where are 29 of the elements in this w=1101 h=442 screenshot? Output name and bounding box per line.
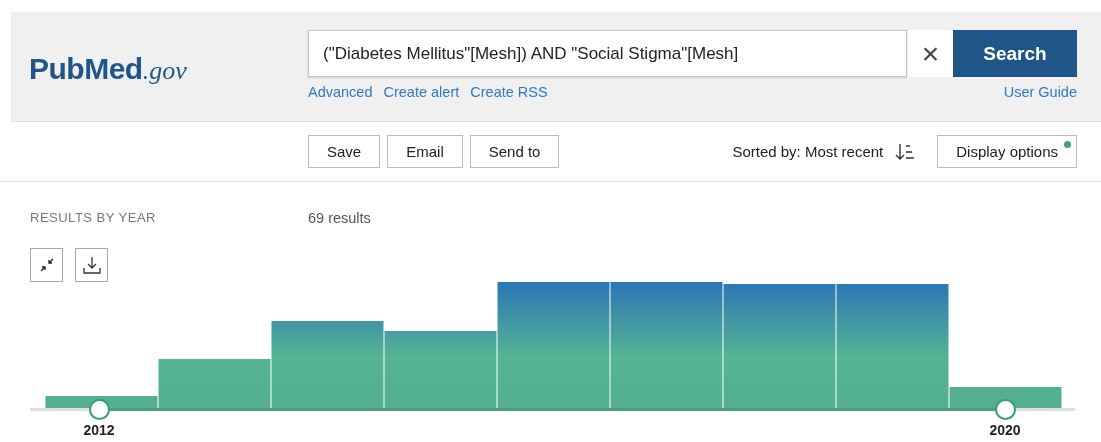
sort-label[interactable]: Sorted by: Most recent	[732, 143, 884, 160]
logo-text[interactable]: PubMed	[29, 52, 143, 86]
header-link[interactable]: Create RSS	[470, 84, 548, 100]
histogram-bar[interactable]	[610, 282, 723, 408]
logo-domain: .gov	[142, 56, 187, 86]
search-button[interactable]: Search	[953, 30, 1077, 77]
histogram-bar[interactable]	[497, 282, 610, 408]
download-button[interactable]	[75, 248, 108, 282]
results-count: 69 results	[308, 210, 371, 226]
histogram-bar[interactable]	[836, 284, 949, 408]
section-title: RESULTS BY YEAR	[30, 210, 157, 226]
histogram-bar[interactable]	[949, 387, 1062, 408]
search-field[interactable]: ("Diabetes Mellitus"[Mesh]) AND "Social Stigma"[Mesh]	[308, 30, 907, 77]
collapse-icon	[39, 258, 54, 272]
header-link[interactable]: Create alert	[383, 84, 460, 100]
year-label: 2020	[989, 423, 1021, 438]
histogram-bar[interactable]	[723, 284, 836, 408]
collapse-button[interactable]	[30, 248, 63, 282]
user-guide-link[interactable]: User Guide	[1003, 84, 1077, 100]
clear-button[interactable]: ×	[907, 30, 953, 77]
action-button[interactable]: Send to	[469, 135, 560, 168]
sort-icon[interactable]	[894, 142, 917, 161]
action-button[interactable]: Save	[308, 135, 381, 168]
display-options-button[interactable]: Display options	[937, 135, 1077, 168]
action-button[interactable]: Email	[387, 135, 463, 168]
download-icon	[82, 256, 101, 274]
histogram-bar[interactable]	[45, 396, 158, 408]
header-link[interactable]: Advanced	[308, 84, 373, 100]
year-label: 2012	[83, 423, 115, 438]
